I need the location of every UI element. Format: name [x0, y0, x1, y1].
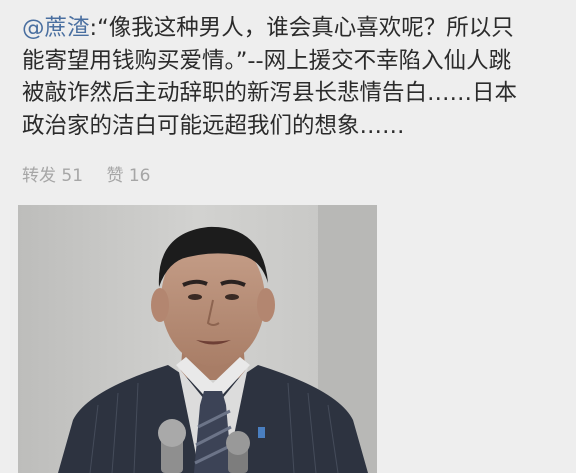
post-text: @蔗渣:“像我这种男人，谁会真心喜欢呢？所以只 能寄望用钱购买爱情。”--网上援…: [22, 12, 562, 142]
post-text-line-2: 能寄望用钱购买爱情。”--网上援交不幸陷入仙人跳: [22, 47, 512, 74]
post-text-line-4: 政治家的洁白可能远超我们的想象……: [22, 112, 405, 139]
post-text-line-3: 被敲诈然后主动辞职的新泻县长悲情告白……日本: [22, 80, 518, 106]
weibo-post: @蔗渣:“像我这种男人，谁会真心喜欢呢？所以只 能寄望用钱购买爱情。”--网上援…: [0, 0, 576, 473]
post-text-segment: :“像我这种男人，谁会真心喜欢呢？所以只: [89, 15, 514, 41]
like-label: 赞: [106, 166, 124, 186]
mention-link[interactable]: @蔗渣: [22, 15, 90, 41]
post-stats: 转发 51 赞 16: [22, 161, 151, 186]
photo-man-icon: [18, 205, 377, 473]
repost-label: 转发: [22, 166, 56, 186]
repost-count: 51: [61, 166, 84, 186]
like-button[interactable]: 赞 16: [106, 166, 150, 186]
like-count: 16: [128, 166, 151, 186]
repost-button[interactable]: 转发 51: [22, 166, 83, 186]
post-text-line-1: @蔗渣:“像我这种男人，谁会真心喜欢呢？所以只: [22, 12, 562, 45]
post-photo[interactable]: [18, 205, 377, 473]
